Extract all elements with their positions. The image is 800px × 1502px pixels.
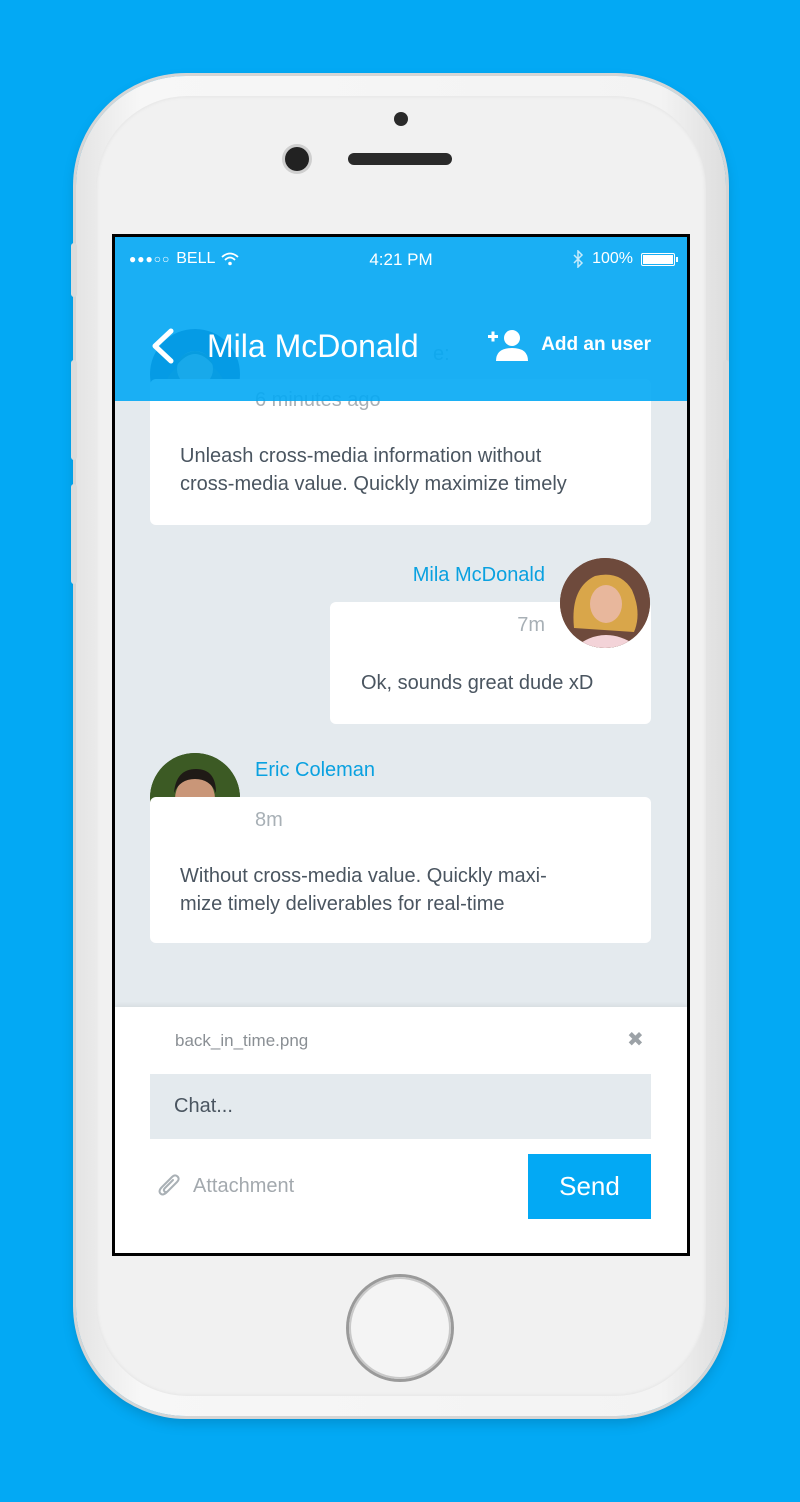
paperclip-icon bbox=[158, 1174, 180, 1196]
message-author[interactable]: Mila McDonald bbox=[413, 564, 545, 587]
front-camera-icon bbox=[285, 147, 309, 171]
app-screen: e: 6 minutes ago Unleash cross-media inf… bbox=[115, 237, 687, 1253]
bluetooth-icon bbox=[573, 250, 584, 268]
message-text-line-1: Unleash cross-media information without bbox=[180, 445, 542, 467]
add-user-icon bbox=[488, 330, 529, 361]
message-text-line-2: mize timely deliverables for real-time bbox=[180, 893, 505, 915]
add-user-button[interactable]: Add an user bbox=[485, 329, 651, 361]
add-user-label: Add an user bbox=[541, 334, 651, 355]
page-title: Mila McDonald bbox=[207, 328, 419, 364]
power-button bbox=[723, 360, 729, 460]
attachment-label: Attachment bbox=[193, 1174, 295, 1197]
chat-input[interactable] bbox=[150, 1074, 651, 1139]
message-composer: back_in_time.png ✖ Attachment Send bbox=[115, 1007, 687, 1253]
mute-switch bbox=[71, 243, 77, 297]
message-author[interactable]: Eric Coleman bbox=[255, 759, 375, 782]
message-time: 8m bbox=[255, 809, 283, 831]
phone-screen: e: 6 minutes ago Unleash cross-media inf… bbox=[112, 234, 690, 1256]
message-text-line-1: Without cross-media value. Quickly maxi- bbox=[180, 865, 547, 887]
message-text-line-2: cross-media value. Quickly maximize time… bbox=[180, 473, 567, 495]
battery-percent: 100% bbox=[592, 250, 633, 267]
attached-file-name: back_in_time.png bbox=[175, 1031, 309, 1050]
avatar-photo-icon bbox=[560, 558, 650, 648]
message-time: 7m bbox=[517, 614, 545, 636]
remove-attachment-icon[interactable]: ✖ bbox=[627, 1027, 644, 1052]
attachment-button[interactable]: Attachment bbox=[157, 1173, 294, 1199]
back-arrow-icon[interactable] bbox=[149, 327, 177, 365]
send-button[interactable]: Send bbox=[528, 1154, 651, 1219]
volume-up-button bbox=[71, 360, 77, 460]
status-bar: ●●●○○ BELL 4:21 PM 100% bbox=[115, 237, 687, 281]
status-right: 100% bbox=[572, 250, 678, 268]
proximity-sensor bbox=[394, 112, 408, 126]
app-header: ●●●○○ BELL 4:21 PM 100% Mila McDonald Ad… bbox=[115, 237, 687, 401]
earpiece-speaker bbox=[348, 153, 452, 165]
volume-down-button bbox=[71, 484, 77, 584]
battery-icon bbox=[641, 252, 678, 266]
home-button[interactable] bbox=[349, 1277, 451, 1379]
avatar-mila-mcdonald[interactable] bbox=[560, 558, 650, 648]
message-text: Ok, sounds great dude xD bbox=[361, 672, 594, 694]
